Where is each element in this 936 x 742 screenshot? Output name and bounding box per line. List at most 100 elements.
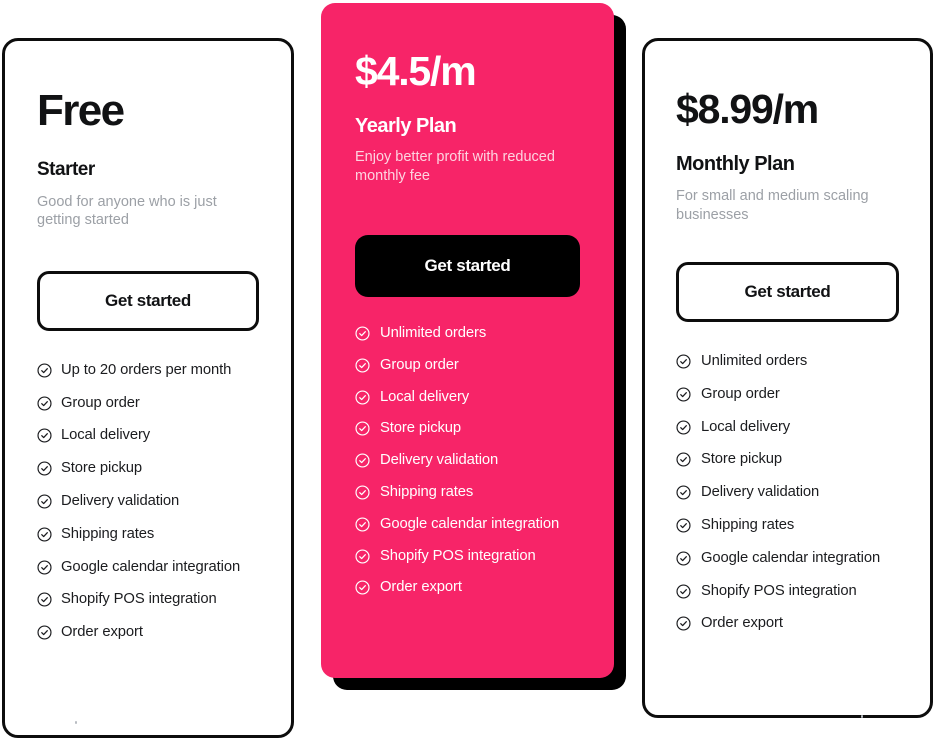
list-item: Order export [676,614,899,633]
pricing-card-starter-content: Free Starter Good for anyone who is just… [5,41,291,656]
price-yearly: $4.5/m [355,48,477,94]
list-item: Shipping rates [37,525,259,544]
check-circle-icon [676,452,691,467]
list-item: Google calendar integration [37,558,259,577]
check-circle-icon [355,326,370,341]
plan-description-starter: Good for anyone who is just getting star… [37,193,217,229]
check-circle-icon [37,396,52,411]
check-circle-icon [355,549,370,564]
list-item: Shipping rates [676,516,899,535]
feature-label: Google calendar integration [61,558,241,575]
list-item: Delivery validation [355,451,580,470]
check-circle-icon [676,551,691,566]
feature-label: Store pickup [701,451,783,468]
list-item: Shopify POS integration [676,582,899,601]
list-item: Delivery validation [37,492,259,511]
get-started-button-starter[interactable]: Get started [37,270,259,331]
list-item: Shopify POS integration [37,590,259,609]
feature-label: Delivery validation [380,452,499,469]
decorative-speck [75,721,77,724]
list-item: Local delivery [37,426,259,445]
feature-label: Up to 20 orders per month [61,361,232,378]
check-circle-icon [355,421,370,436]
list-item: Unlimited orders [355,324,580,343]
check-circle-icon [355,453,370,468]
feature-label: Local delivery [61,427,151,444]
check-circle-icon [676,387,691,402]
pricing-card-starter: Free Starter Good for anyone who is just… [2,38,294,738]
check-circle-icon [676,584,691,599]
feature-label: Google calendar integration [701,549,881,566]
check-circle-icon [355,390,370,405]
check-circle-icon [355,485,370,500]
decorative-speck [861,715,863,718]
feature-label: Group order [61,394,140,411]
get-started-button-yearly[interactable]: Get started [355,235,580,298]
feature-label: Store pickup [61,460,143,477]
check-circle-icon [37,560,52,575]
check-circle-icon [37,494,52,509]
list-item: Group order [676,385,899,404]
feature-label: Delivery validation [61,493,180,510]
check-circle-icon [355,580,370,595]
check-circle-icon [37,363,52,378]
list-item: Group order [355,356,580,375]
check-circle-icon [37,461,52,476]
list-item: Group order [37,394,259,413]
list-item: Order export [37,623,259,642]
feature-label: Order export [701,615,783,632]
feature-label: Order export [61,624,143,641]
list-item: Store pickup [355,419,580,438]
list-item: Delivery validation [676,483,899,502]
feature-list-monthly: Unlimited orders Group order Local deliv… [676,352,899,633]
check-circle-icon [37,625,52,640]
list-item: Local delivery [355,388,580,407]
list-item: Order export [355,578,580,597]
pricing-card-yearly: $4.5/m Yearly Plan Enjoy better profit w… [321,3,614,678]
check-circle-icon [676,485,691,500]
pricing-plans-section: Free Starter Good for anyone who is just… [0,0,936,742]
feature-label: Shipping rates [380,484,474,500]
feature-label: Local delivery [701,418,791,435]
pricing-card-monthly-content: $8.99/m Monthly Plan For small and mediu… [645,41,930,647]
feature-label: Group order [380,356,459,373]
list-item: Store pickup [37,459,259,478]
get-started-button-monthly[interactable]: Get started [676,262,899,323]
check-circle-icon [676,354,691,369]
plan-name-monthly: Monthly Plan [676,153,795,175]
check-circle-icon [355,358,370,373]
list-item: Shopify POS integration [355,547,580,566]
price-starter: Free [37,86,125,135]
plan-description-yearly: Enjoy better profit with reduced monthly… [355,149,555,184]
check-circle-icon [37,428,52,444]
list-item: Up to 20 orders per month [37,361,259,380]
list-item: Local delivery [676,418,899,437]
check-circle-icon [676,518,691,533]
plan-name-starter: Starter [37,159,95,180]
check-circle-icon [676,420,691,435]
feature-label: Local delivery [380,388,470,405]
feature-label: Order export [380,579,462,596]
price-monthly: $8.99/m [676,86,819,132]
plan-name-yearly: Yearly Plan [355,115,457,137]
feature-label: Shopify POS integration [701,582,857,599]
list-item: Store pickup [676,450,899,469]
list-item: Google calendar integration [355,515,580,534]
check-circle-icon [37,592,52,607]
feature-label: Delivery validation [701,484,820,501]
check-circle-icon [676,616,691,631]
check-circle-icon [355,517,370,532]
check-circle-icon [37,527,52,542]
feature-label: Store pickup [380,420,462,437]
feature-label: Shopify POS integration [61,591,217,608]
feature-label: Unlimited orders [380,325,487,342]
list-item: Unlimited orders [676,352,899,371]
feature-label: Google calendar integration [380,515,560,532]
pricing-card-yearly-content: $4.5/m Yearly Plan Enjoy better profit w… [321,3,614,610]
feature-label: Group order [701,385,780,402]
feature-label: Shipping rates [701,517,795,533]
feature-label: Unlimited orders [701,353,808,370]
list-item: Google calendar integration [676,549,899,568]
pricing-card-monthly: $8.99/m Monthly Plan For small and mediu… [642,38,933,718]
feature-list-yearly: Unlimited orders Group order Local deliv… [355,324,580,597]
